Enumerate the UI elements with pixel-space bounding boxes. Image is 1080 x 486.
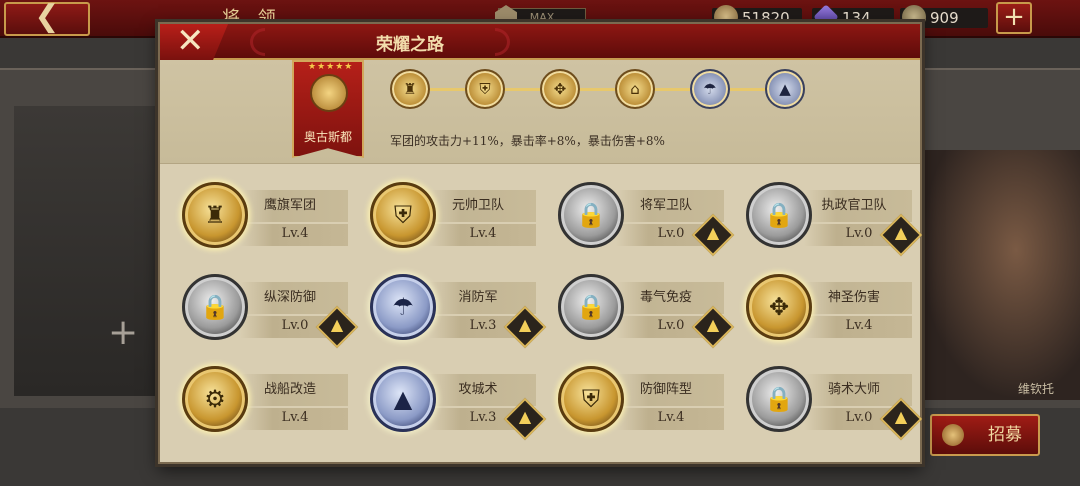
skill-name: 防御阵型 <box>639 382 692 397</box>
skill-card[interactable]: ▲ 攻城术 Lv.3 ▲ <box>370 366 550 441</box>
skill-name: 纵深防御 <box>263 290 316 305</box>
upgrade-arrow-glyph: ▲ <box>330 315 344 334</box>
faction-name: 奥古斯都 <box>303 130 352 144</box>
helmet-icon <box>942 424 964 446</box>
locked-shield-icon[interactable]: 🔒 <box>558 182 624 248</box>
skill-name: 攻城术 <box>458 382 498 397</box>
recruit-button[interactable]: 招募 <box>930 414 1040 456</box>
upgrade-arrow-glyph: ▲ <box>518 315 532 334</box>
skill-level: Lv.4 <box>657 410 685 425</box>
upgrade-arrow-glyph: ▲ <box>706 315 720 334</box>
skill-name: 鹰旗军团 <box>263 198 316 213</box>
locked-wall-icon[interactable]: 🔒 <box>182 274 248 340</box>
legion-helmet-icon <box>310 74 348 112</box>
skill-level: Lv.4 <box>845 318 873 333</box>
skill-card[interactable]: ♜ 鹰旗军团 Lv.4 <box>182 182 362 254</box>
skill-card[interactable]: 🔒 纵深防御 Lv.0 ▲ <box>182 274 362 349</box>
eagle-standard-icon[interactable]: ♜ <box>182 182 248 248</box>
skill-name: 元帅卫队 <box>451 198 504 213</box>
skill-level: Lv.4 <box>281 410 309 425</box>
skill-name: 战船改造 <box>263 382 316 397</box>
back-button[interactable]: ❮ <box>4 2 90 36</box>
locked-horse-icon[interactable]: 🔒 <box>746 366 812 432</box>
dialog-header: 荣耀之路 ✕ <box>160 24 920 60</box>
skill-level: Lv.4 <box>281 226 309 241</box>
skill-card[interactable]: 🔒 执政官卫队 Lv.0 ▲ <box>746 182 926 257</box>
upgrade-arrow-glyph: ▲ <box>894 407 908 426</box>
skill-card[interactable]: 🔒 将军卫队 Lv.0 ▲ <box>558 182 738 257</box>
skill-name: 毒气免疫 <box>639 290 692 305</box>
back-arrow-icon: ❮ <box>34 0 60 34</box>
fire-brigade-icon[interactable]: ☂ <box>690 69 730 109</box>
dialog-title: 荣耀之路 <box>376 35 444 55</box>
empty-hero-slot[interactable] <box>14 106 164 396</box>
fire-hose-icon[interactable]: ☂ <box>370 274 436 340</box>
glory-road-dialog: 荣耀之路 ✕ ★★★★★ 奥古斯都 ♜ ⛨ ✥ ⌂ ☂ ▲ 军团的攻击力+11%，暴击率+… <box>158 22 923 464</box>
hero-portrait[interactable] <box>920 150 1080 400</box>
upgrade-arrow-glyph: ▲ <box>518 407 532 426</box>
locked-shield-icon[interactable]: 🔒 <box>746 182 812 248</box>
skill-card[interactable]: ☂ 消防军 Lv.3 ▲ <box>370 274 550 349</box>
faction-banner: ★★★★★ 奥古斯都 <box>292 60 364 158</box>
sacred-cross-icon[interactable]: ✥ <box>540 69 580 109</box>
bonus-summary: 军团的攻击力+11%，暴击率+8%，暴击伤害+8% <box>390 134 665 148</box>
skill-card[interactable]: 🔒 骑术大师 Lv.0 ▲ <box>746 366 926 441</box>
triple-shield-icon[interactable]: ⛨ <box>558 366 624 432</box>
locked-mask-icon[interactable]: 🔒 <box>558 274 624 340</box>
sacred-cross-icon[interactable]: ✥ <box>746 274 812 340</box>
skill-name: 将军卫队 <box>639 198 692 213</box>
siege-tower-icon[interactable]: ▲ <box>370 366 436 432</box>
skill-name: 消防军 <box>458 290 498 305</box>
skill-name: 神圣伤害 <box>827 290 880 305</box>
skill-card[interactable]: ⛨ 防御阵型 Lv.4 <box>558 366 738 438</box>
skill-card[interactable]: ⚙ 战船改造 Lv.4 <box>182 366 362 438</box>
skill-card[interactable]: ⛨ 元帅卫队 Lv.4 <box>370 182 550 254</box>
shield-crest-icon[interactable]: ⛨ <box>465 69 505 109</box>
marshal-guard-icon[interactable]: ⌂ <box>615 69 655 109</box>
skill-name: 执政官卫队 <box>821 198 887 213</box>
skill-card[interactable]: ✥ 神圣伤害 Lv.4 <box>746 274 926 346</box>
star-rating: ★★★★★ <box>308 62 354 72</box>
eagle-banner-icon[interactable]: ♜ <box>390 69 430 109</box>
hero-name: 维钦托 <box>1018 382 1055 396</box>
warship-gear-icon[interactable]: ⚙ <box>182 366 248 432</box>
skill-card[interactable]: 🔒 毒气免疫 Lv.0 ▲ <box>558 274 738 349</box>
skill-name: 骑术大师 <box>827 382 880 397</box>
close-icon: ✕ <box>176 21 205 61</box>
upgrade-arrow-glyph: ▲ <box>894 223 908 242</box>
upgrade-arrow-glyph: ▲ <box>706 223 720 242</box>
add-gems-button[interactable]: + <box>996 2 1032 34</box>
siege-tower-icon[interactable]: ▲ <box>765 69 805 109</box>
add-hero-icon[interactable]: + <box>108 312 138 353</box>
marshal-shield-icon[interactable]: ⛨ <box>370 182 436 248</box>
skill-level: Lv.4 <box>469 226 497 241</box>
